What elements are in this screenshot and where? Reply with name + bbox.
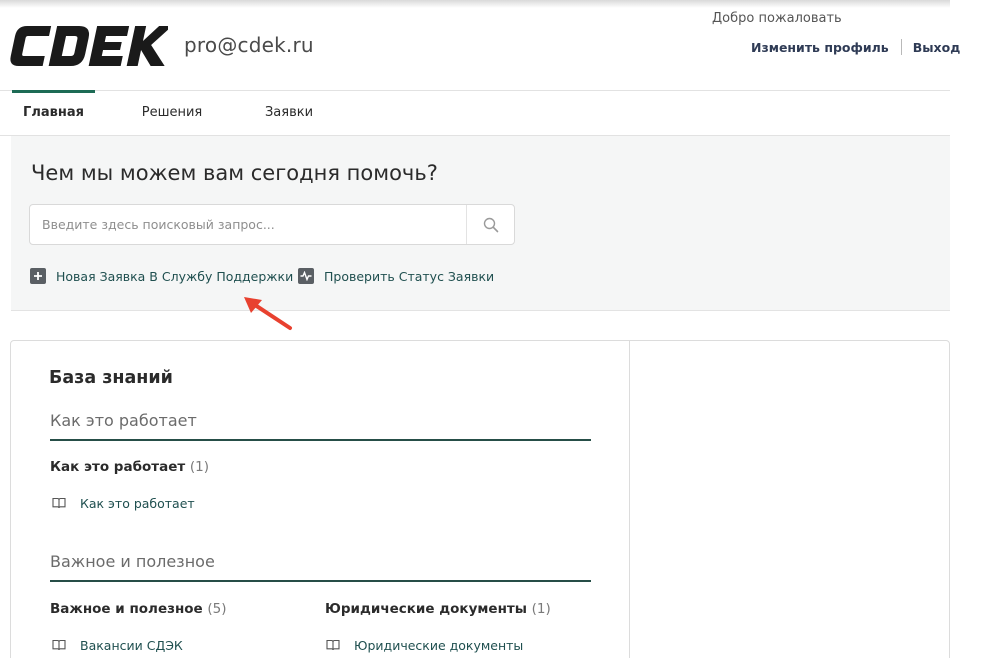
article-link[interactable]: Юридические документы bbox=[326, 637, 523, 653]
category-title[interactable]: Юридические документы (1) bbox=[325, 601, 551, 617]
tab-tickets[interactable]: Заявки bbox=[250, 91, 328, 135]
book-icon bbox=[326, 639, 340, 651]
help-panel: Чем мы можем вам сегодня помочь? Новая З… bbox=[11, 136, 950, 311]
edit-profile-link[interactable]: Изменить профиль bbox=[751, 40, 889, 55]
red-arrow-annotation bbox=[244, 297, 292, 330]
page: pro@cdek.ru Добро пожаловать Изменить пр… bbox=[0, 0, 1000, 658]
category-title[interactable]: Как это работает (1) bbox=[50, 459, 209, 475]
knowledge-base-panel: База знаний Как это работает Как это раб… bbox=[10, 340, 950, 658]
cdek-logo[interactable] bbox=[8, 22, 168, 70]
logout-link[interactable]: Выход bbox=[913, 40, 961, 55]
new-ticket-label: Новая Заявка В Службу Поддержки bbox=[56, 268, 294, 284]
activity-square-icon bbox=[298, 268, 314, 284]
link-separator bbox=[900, 39, 902, 55]
check-status-label: Проверить Статус Заявки bbox=[324, 268, 495, 284]
book-icon bbox=[52, 639, 66, 651]
search-icon bbox=[483, 217, 498, 232]
check-status-link[interactable]: Проверить Статус Заявки bbox=[298, 267, 494, 285]
welcome-text: Добро пожаловать bbox=[712, 11, 842, 26]
category-count: (1) bbox=[531, 601, 551, 617]
section-heading[interactable]: Как это работает bbox=[50, 411, 591, 441]
new-ticket-link[interactable]: Новая Заявка В Службу Поддержки bbox=[30, 267, 293, 285]
kb-column-divider bbox=[629, 341, 630, 658]
header: pro@cdek.ru Добро пожаловать Изменить пр… bbox=[0, 0, 960, 90]
user-email: pro@cdek.ru bbox=[184, 33, 314, 57]
tab-solutions[interactable]: Решения bbox=[130, 91, 214, 135]
book-icon bbox=[52, 497, 66, 509]
article-link[interactable]: Вакансии СДЭК bbox=[52, 637, 183, 653]
search-box bbox=[29, 204, 515, 245]
user-links: Изменить профиль Выход bbox=[751, 39, 960, 55]
category-title[interactable]: Важное и полезное (5) bbox=[50, 601, 227, 617]
search-input[interactable] bbox=[30, 205, 466, 244]
help-title: Чем мы можем вам сегодня помочь? bbox=[31, 161, 438, 185]
tab-home[interactable]: Главная bbox=[12, 90, 95, 135]
search-button[interactable] bbox=[466, 205, 514, 244]
section-heading[interactable]: Важное и полезное bbox=[50, 552, 591, 582]
category-count: (5) bbox=[207, 601, 227, 617]
main-nav: Главная Решения Заявки bbox=[0, 90, 950, 136]
article-link[interactable]: Как это работает bbox=[52, 495, 195, 511]
plus-square-icon bbox=[30, 268, 46, 284]
kb-title: База знаний bbox=[49, 368, 173, 388]
category-count: (1) bbox=[189, 459, 210, 475]
